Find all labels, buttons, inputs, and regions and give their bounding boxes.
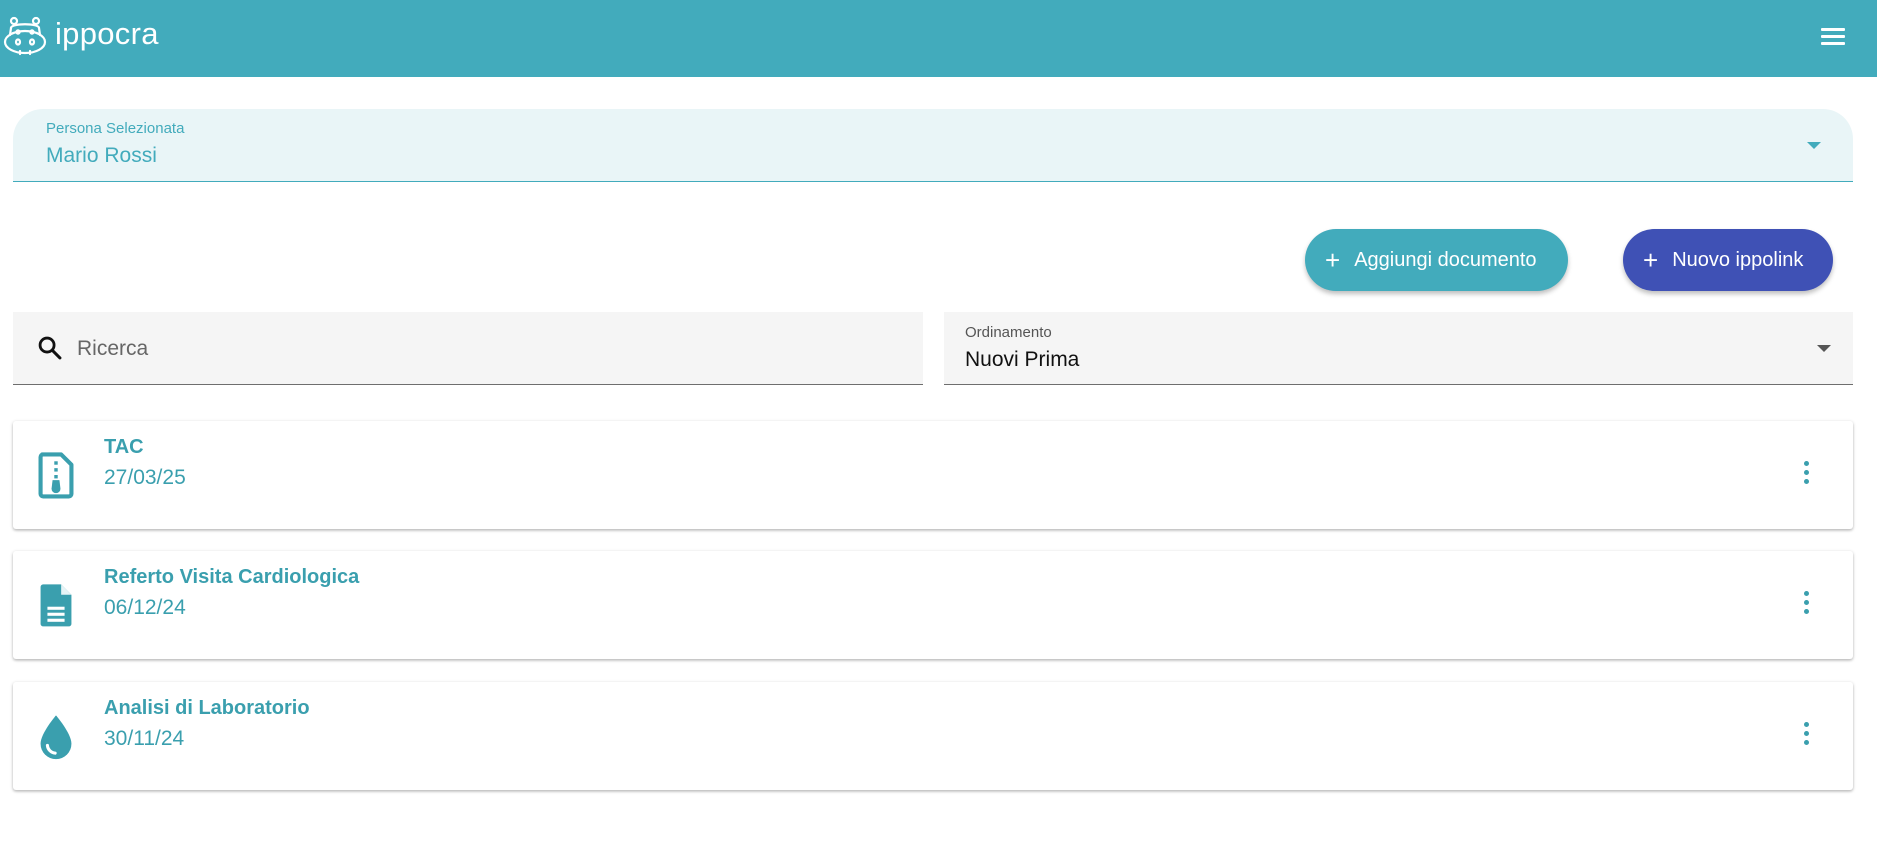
person-select[interactable]: Persona Selezionata Mario Rossi (13, 109, 1853, 182)
more-options-icon[interactable] (1799, 722, 1813, 750)
document-card[interactable]: TAC 27/03/25 (13, 421, 1853, 529)
sort-select-label: Ordinamento (965, 324, 1052, 341)
chevron-down-icon (1817, 345, 1831, 352)
app-title: ippocra (55, 16, 159, 51)
hamburger-line (1821, 42, 1845, 45)
zip-file-icon (38, 452, 74, 499)
search-field[interactable] (13, 312, 923, 385)
add-document-label: Aggiungi documento (1354, 248, 1537, 271)
chevron-down-icon (1807, 142, 1821, 149)
hamburger-line (1821, 28, 1845, 31)
document-date: 06/12/24 (104, 596, 186, 619)
add-document-button[interactable]: + Aggiungi documento (1305, 229, 1568, 291)
more-options-icon[interactable] (1799, 591, 1813, 619)
document-card[interactable]: Referto Visita Cardiologica 06/12/24 (13, 551, 1853, 659)
document-title: Analisi di Laboratorio (104, 697, 310, 719)
person-select-value: Mario Rossi (46, 144, 157, 167)
document-title: Referto Visita Cardiologica (104, 566, 360, 588)
plus-icon: + (1325, 245, 1341, 275)
drop-icon (40, 715, 72, 760)
plus-icon: + (1643, 245, 1659, 275)
app-bar: ippocra (0, 0, 1877, 77)
new-ippolink-button[interactable]: + Nuovo ippolink (1623, 229, 1833, 291)
menu-button[interactable] (1815, 24, 1851, 54)
document-date: 30/11/24 (104, 727, 185, 750)
sort-select[interactable]: Ordinamento Nuovi Prima (944, 312, 1853, 385)
sort-select-value: Nuovi Prima (965, 348, 1080, 371)
person-select-label: Persona Selezionata (46, 120, 185, 137)
document-icon (40, 584, 72, 627)
document-title: TAC (104, 436, 144, 458)
hippo-logo-icon (3, 16, 47, 56)
document-card[interactable]: Analisi di Laboratorio 30/11/24 (13, 682, 1853, 790)
search-input[interactable] (75, 332, 899, 366)
document-date: 27/03/25 (104, 466, 186, 489)
new-ippolink-label: Nuovo ippolink (1672, 248, 1804, 271)
hamburger-line (1821, 35, 1845, 38)
more-options-icon[interactable] (1799, 461, 1813, 489)
search-icon (38, 336, 62, 360)
